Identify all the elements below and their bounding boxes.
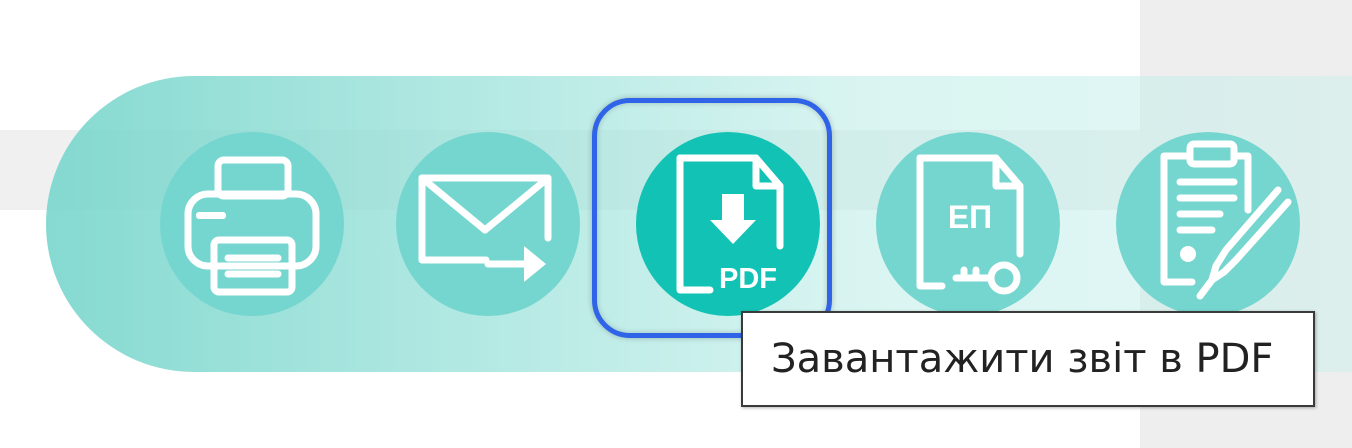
ep-icon-label: ЕП <box>948 199 992 235</box>
tooltip: Завантажити звіт в PDF <box>741 311 1315 407</box>
download-pdf-button[interactable]: PDF <box>636 132 820 316</box>
file-key-icon: ЕП <box>916 154 1024 295</box>
envelope-send-icon <box>418 174 552 282</box>
email-button[interactable] <box>396 132 580 316</box>
pdf-icon-label: PDF <box>719 263 777 295</box>
print-button[interactable] <box>160 132 344 316</box>
sign-button[interactable] <box>1116 132 1300 316</box>
printer-icon <box>184 156 320 296</box>
clipboard-pen-icon <box>1160 140 1292 300</box>
file-download-pdf-icon: PDF <box>676 154 784 295</box>
e-signature-button[interactable]: ЕП <box>876 132 1060 316</box>
